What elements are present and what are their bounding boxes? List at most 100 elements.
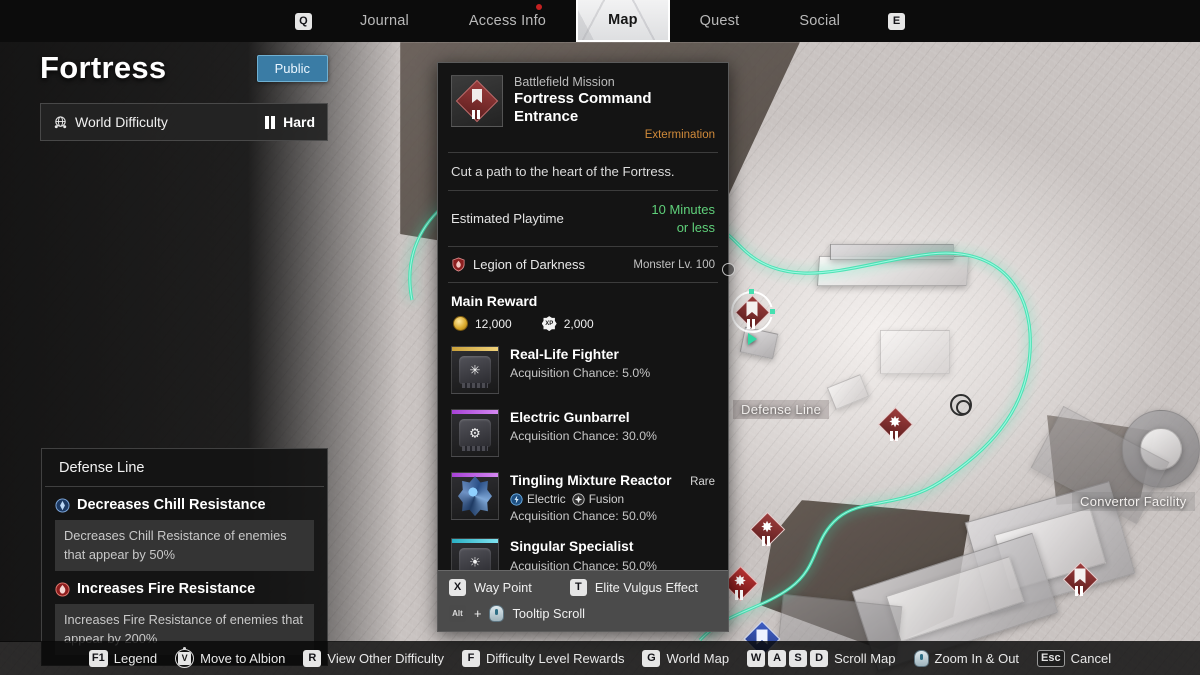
tab-prev-key-hint[interactable]: Q bbox=[277, 0, 330, 42]
tab-social[interactable]: Social bbox=[769, 0, 870, 42]
tab-quest[interactable]: Quest bbox=[670, 0, 770, 42]
reward-item-thumbnail: ☀ bbox=[451, 538, 499, 570]
notification-dot-icon bbox=[536, 4, 543, 10]
key-w-icon: W bbox=[747, 649, 766, 667]
map-label-defense-line: Defense Line bbox=[733, 400, 830, 419]
marker-selection-dot-right bbox=[770, 309, 775, 314]
hint-move-to-albion[interactable]: V Move to Albion bbox=[175, 646, 286, 668]
module-card-icon: ⚙ bbox=[459, 419, 491, 452]
gold-coin-icon bbox=[453, 316, 468, 332]
chill-element-icon bbox=[55, 497, 70, 513]
reward-item[interactable]: Tingling Mixture Reactor Rare Electric F… bbox=[451, 466, 715, 532]
hint-difficulty-level-rewards[interactable]: F Difficulty Level Rewards bbox=[461, 649, 624, 667]
key-f-icon: F bbox=[461, 649, 480, 667]
hint-view-other-difficulty[interactable]: R View Other Difficulty bbox=[303, 649, 444, 667]
xp-reward-value: 2,000 bbox=[563, 316, 594, 331]
tooltip-scroll-label: Tooltip Scroll bbox=[512, 606, 586, 621]
tooltip-scroll-indicator[interactable] bbox=[722, 263, 735, 276]
reward-item-chance: Acquisition Chance: 50.0% bbox=[510, 558, 657, 570]
defense-effect-chill: Decreases Chill Resistance Decreases Chi… bbox=[42, 487, 327, 572]
main-reward-header: Main Reward bbox=[451, 293, 538, 310]
mission-kind: Battlefield Mission bbox=[514, 75, 615, 89]
marker-difficulty-bars-icon bbox=[890, 431, 898, 441]
reward-item-chance: Acquisition Chance: 5.0% bbox=[510, 366, 651, 381]
hint-cancel-label: Cancel bbox=[1070, 650, 1112, 666]
mission-marker-right[interactable] bbox=[1062, 561, 1098, 597]
defense-line-title: Defense Line bbox=[45, 449, 324, 487]
marker-flag-icon bbox=[1074, 568, 1086, 584]
fire-element-icon bbox=[55, 582, 70, 597]
hint-move-to-albion-label: Move to Albion bbox=[200, 650, 286, 666]
tab-access-info-label: Access Info bbox=[468, 13, 547, 29]
world-difficulty-right: Hard bbox=[264, 114, 315, 130]
hint-zoom[interactable]: Zoom In & Out bbox=[913, 649, 1019, 667]
key-v-icon: V bbox=[175, 646, 195, 668]
reward-item-list[interactable]: ✳ Real-Life Fighter Acquisition Chance: … bbox=[438, 340, 728, 570]
reward-item-thumbnail bbox=[451, 472, 499, 521]
hint-legend[interactable]: F1 Legend bbox=[88, 649, 157, 667]
mouse-wheel-icon bbox=[913, 649, 929, 667]
hint-scroll-map[interactable]: W A S D Scroll Map bbox=[747, 649, 896, 667]
hint-cancel[interactable]: Esc Cancel bbox=[1037, 649, 1112, 667]
reward-item-attributes: Electric Fusion bbox=[510, 492, 715, 506]
marker-difficulty-bars-icon bbox=[747, 319, 755, 329]
bottom-hint-bar: F1 Legend V Move to Albion R View Other … bbox=[0, 641, 1200, 675]
hint-view-other-difficulty-label: View Other Difficulty bbox=[327, 650, 444, 666]
rarity-bar bbox=[452, 347, 498, 352]
access-type-badge[interactable]: Public bbox=[256, 54, 328, 82]
rarity-bar bbox=[452, 539, 498, 544]
tab-journal[interactable]: Journal bbox=[330, 0, 439, 42]
reward-item-name: Tingling Mixture Reactor bbox=[510, 473, 672, 489]
mission-name: Fortress Command Entrance bbox=[514, 90, 652, 125]
rarity-bar bbox=[452, 410, 498, 415]
reward-item[interactable]: ✳ Real-Life Fighter Acquisition Chance: … bbox=[451, 340, 715, 403]
elite-vulgus-hint-label: Elite Vulgus Effect bbox=[594, 580, 698, 595]
xp-gem-icon: XP bbox=[541, 316, 557, 332]
reward-item[interactable]: ☀ Singular Specialist Acquisition Chance… bbox=[451, 532, 715, 570]
tooltip-scroll-hint: Alt + Tooltip Scroll bbox=[449, 605, 717, 622]
objective-ring-marker[interactable] bbox=[950, 394, 972, 416]
marker-difficulty-bars-icon bbox=[1075, 586, 1083, 596]
tab-social-label: Social bbox=[799, 13, 841, 29]
region-header: Fortress Public World Difficulty Hard bbox=[40, 50, 328, 141]
reward-item-name: Singular Specialist bbox=[510, 539, 634, 555]
tab-map[interactable]: Map bbox=[576, 0, 670, 42]
key-x-icon: X bbox=[449, 579, 466, 596]
marker-ring-icon bbox=[950, 394, 972, 416]
battle-marker-lower-left[interactable]: ✸ bbox=[749, 511, 785, 547]
marker-flag-icon bbox=[746, 301, 758, 317]
mission-marker-selected[interactable] bbox=[731, 289, 775, 333]
attribute-electric: Electric bbox=[510, 492, 566, 506]
key-e-icon: E bbox=[888, 12, 906, 30]
key-q-icon: Q bbox=[294, 12, 312, 30]
game-map-screen: Defense Line Convertor Facility ✸ ✸ ✸ Q … bbox=[0, 0, 1200, 675]
module-card-icon: ☀ bbox=[459, 548, 491, 570]
key-s-icon: S bbox=[789, 649, 808, 667]
gold-reward: 12,000 bbox=[453, 316, 512, 332]
page-title: Fortress bbox=[40, 50, 167, 85]
globe-icon bbox=[54, 115, 67, 128]
attribute-electric-label: Electric bbox=[527, 492, 566, 507]
reward-item[interactable]: ⚙ Electric Gunbarrel Acquisition Chance:… bbox=[451, 403, 715, 466]
hint-scroll-map-label: Scroll Map bbox=[834, 650, 896, 666]
defense-effect-fire-name: Increases Fire Resistance bbox=[77, 581, 256, 598]
marker-difficulty-bars-icon bbox=[735, 590, 743, 600]
reward-item-thumbnail: ⚙ bbox=[451, 409, 499, 458]
key-v-letter: V bbox=[178, 651, 192, 665]
marker-gear-icon: ✸ bbox=[888, 414, 902, 431]
faction-name: Legion of Darkness bbox=[473, 257, 586, 273]
attribute-fusion-label: Fusion bbox=[588, 492, 625, 507]
defense-line-marker[interactable]: ✸ bbox=[877, 406, 913, 442]
world-difficulty-left: World Difficulty bbox=[53, 114, 168, 130]
faction-shield-icon bbox=[452, 257, 465, 272]
tab-next-key-hint[interactable]: E bbox=[870, 0, 923, 42]
reward-item-rarity: Rare bbox=[690, 476, 715, 489]
tab-access-info[interactable]: Access Info bbox=[439, 0, 576, 42]
world-difficulty-bar[interactable]: World Difficulty Hard bbox=[40, 103, 328, 141]
key-d-icon: D bbox=[810, 649, 829, 667]
hint-world-map[interactable]: G World Map bbox=[642, 649, 729, 667]
map-building-north-2 bbox=[830, 244, 954, 260]
estimated-playtime-value: 10 Minutes or less bbox=[651, 201, 715, 236]
mission-header: Battlefield Mission Fortress Command Ent… bbox=[438, 63, 728, 152]
tooltip-footer: X Way Point T Elite Vulgus Effect Alt + … bbox=[438, 570, 728, 631]
